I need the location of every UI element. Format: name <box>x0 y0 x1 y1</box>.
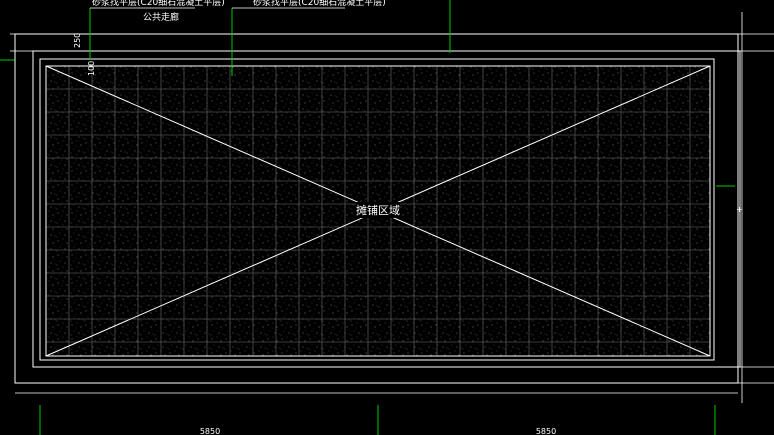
dimension-left-100: 100 <box>87 61 96 76</box>
annotation-middle: 砂浆找平层(C20细石混凝土平层) <box>253 0 386 8</box>
center-label: 摊铺区域 <box>356 203 400 217</box>
left-dimension <box>10 33 33 383</box>
cad-drawing-canvas: 摊铺区域 砂浆找平层(C20细石混凝土平层) 公共走廊 砂浆找平层(C20细石混… <box>0 0 774 435</box>
dimension-bottom-left: 5850 <box>200 427 220 435</box>
annotation-left-sub: 公共走廊 <box>143 11 179 23</box>
dimension-left-250: 250 <box>73 33 82 48</box>
dimension-bottom-right: 5850 <box>536 427 556 435</box>
dimension-right: + <box>736 205 743 214</box>
annotation-left: 砂浆找平层(C20细石混凝土平层) <box>92 0 225 8</box>
